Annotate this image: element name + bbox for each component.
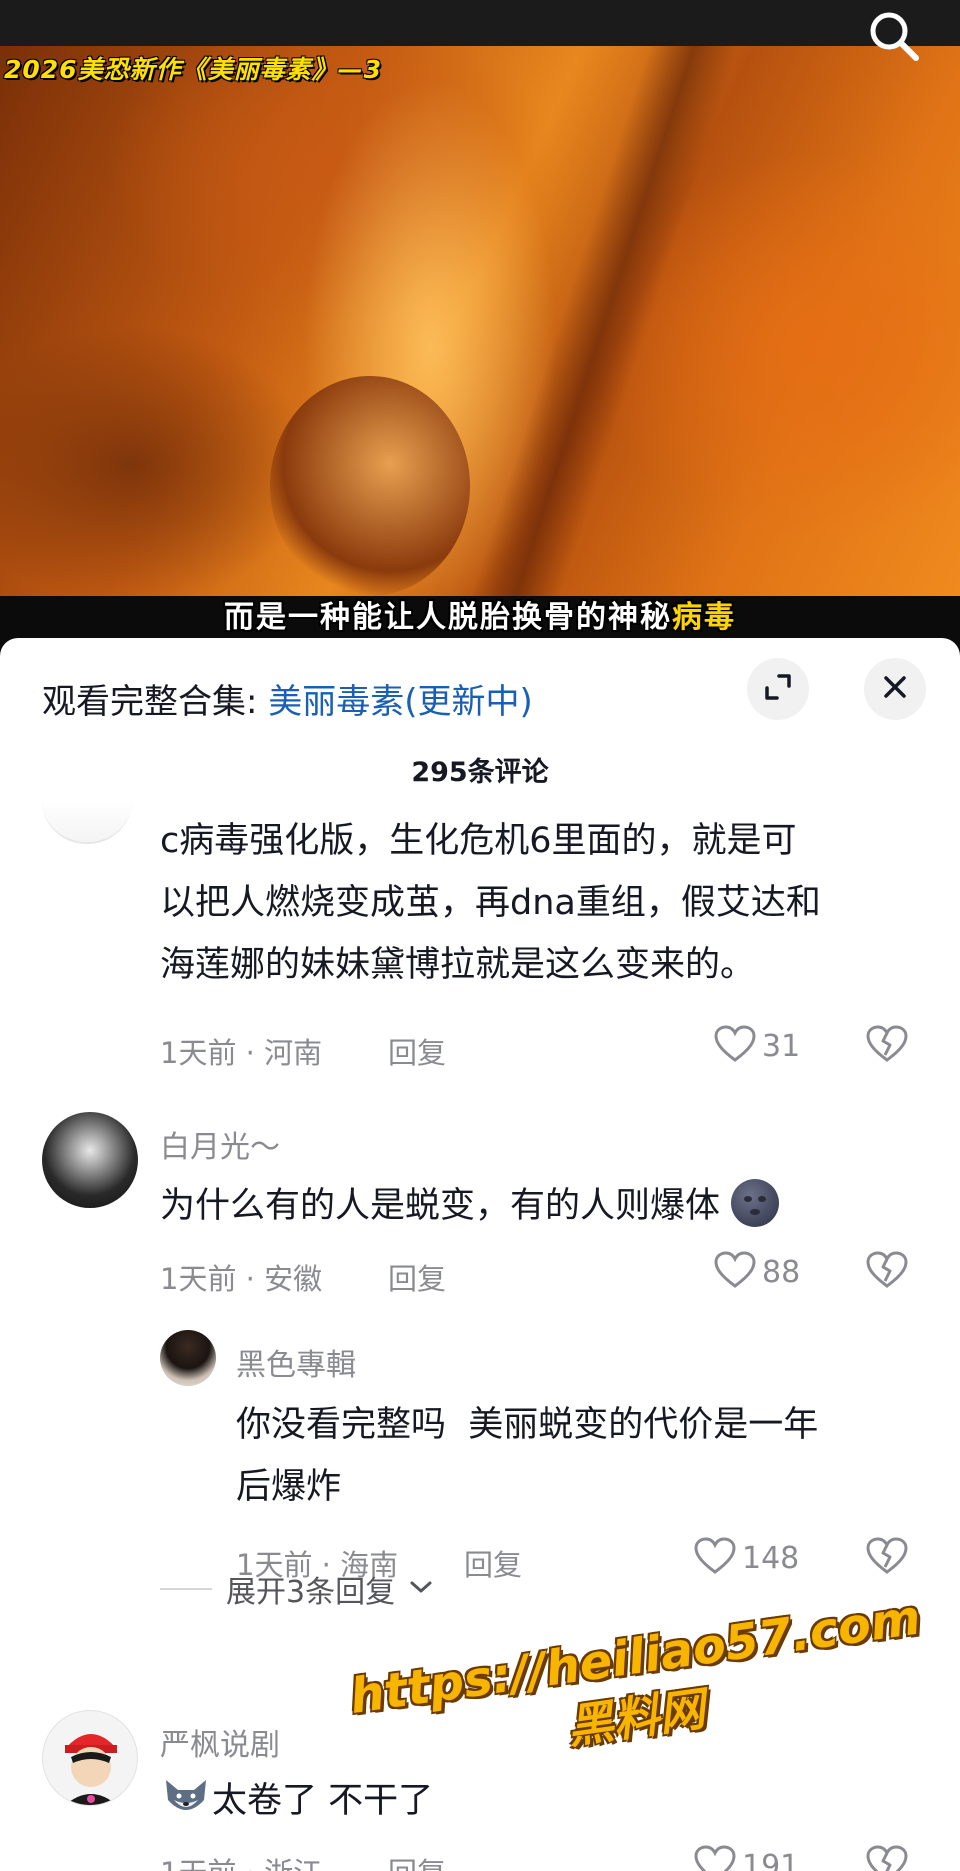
reply-button[interactable]: 回复 <box>388 1030 446 1072</box>
dislike-button[interactable] <box>866 1537 908 1579</box>
like-count: 148 <box>742 1540 800 1576</box>
close-icon <box>880 672 910 706</box>
comment-line: c病毒强化版，生化危机6里面的，就是可 <box>160 821 797 861</box>
collection-link-row[interactable]: 观看完整合集: 美丽毒素(更新中) <box>42 674 533 723</box>
comment-panel-header: 观看完整合集: 美丽毒素(更新中) 295条评论 <box>0 638 960 788</box>
comment-line: 为什么有的人是蜕变，有的人则爆体 <box>160 1186 721 1226</box>
dislike-button[interactable] <box>866 1251 908 1293</box>
comment-text: 你没看完整吗 美丽蜕变的代价是一年 后爆炸 <box>236 1394 926 1518</box>
reply-button[interactable]: 回复 <box>388 1256 446 1298</box>
comment-line: 太卷了 不干了 <box>212 1781 434 1821</box>
comment-line: 海莲娜的妹妹黛博拉就是这么变来的。 <box>160 945 756 985</box>
comment-line: 以把人燃烧变成茧，再dna重组，假艾达和 <box>160 883 821 923</box>
comment-username[interactable]: 白月光～ <box>160 1122 280 1166</box>
expand-replies-label: 展开3条回复 <box>226 1575 396 1610</box>
close-button[interactable] <box>864 658 926 720</box>
moon-emoji-icon <box>731 1179 780 1227</box>
comment-username[interactable]: 黑色專輯 <box>236 1340 356 1384</box>
comment-text: 为什么有的人是蜕变，有的人则爆体 <box>160 1175 920 1237</box>
video-title: 2026美恐新作《美丽毒素》—3 <box>4 55 382 84</box>
reply-button[interactable]: 回复 <box>388 1850 446 1871</box>
like-button[interactable]: 31 <box>714 1025 800 1067</box>
video-top-bar <box>0 0 960 46</box>
comment-meta: 1天前 · 安徽 <box>160 1262 323 1296</box>
expand-icon <box>761 670 795 708</box>
comment-meta: 1天前 · 浙江 <box>160 1850 322 1871</box>
avatar[interactable] <box>42 1710 138 1806</box>
expand-replies-button[interactable]: 展开3条回复 <box>160 1567 433 1611</box>
like-button[interactable]: 148 <box>694 1537 799 1579</box>
heart-icon <box>694 1537 736 1579</box>
like-count: 191 <box>742 1848 800 1871</box>
comment-line: 后爆炸 <box>236 1467 342 1507</box>
heart-icon <box>714 1025 756 1067</box>
avatar[interactable] <box>42 1112 138 1208</box>
wolf-emoji-icon <box>160 1774 212 1822</box>
broken-heart-icon <box>866 1537 908 1579</box>
video-shadow <box>470 46 740 596</box>
collection-link[interactable]: 美丽毒素(更新中) <box>268 682 533 722</box>
dislike-button[interactable] <box>866 1845 908 1871</box>
video-player[interactable] <box>0 0 960 660</box>
video-highlight <box>270 376 470 596</box>
comment-meta: 1天前 · 河南 <box>160 1036 323 1070</box>
comment-text: 太卷了 不干了 <box>160 1770 920 1832</box>
divider-line <box>160 1588 212 1590</box>
video-frame <box>0 46 960 596</box>
reply-button[interactable]: 回复 <box>464 1542 522 1584</box>
collection-prefix: 观看完整合集: <box>42 682 269 722</box>
comment-text: c病毒强化版，生化危机6里面的，就是可 以把人燃烧变成茧，再dna重组，假艾达和… <box>160 810 920 996</box>
like-button[interactable]: 191 <box>694 1845 799 1871</box>
heart-icon <box>714 1251 756 1293</box>
broken-heart-icon <box>866 1251 908 1293</box>
comment-line: 你没看完整吗 美丽蜕变的代价是一年 <box>236 1405 819 1445</box>
dislike-button[interactable] <box>866 1025 908 1067</box>
like-button[interactable]: 88 <box>714 1251 800 1293</box>
subtitle-text: 而是一种能让人脱胎换骨的神秘 <box>224 600 672 635</box>
video-subtitle: 而是一种能让人脱胎换骨的神秘病毒 <box>0 592 960 636</box>
like-count: 88 <box>762 1254 801 1290</box>
avatar[interactable] <box>160 1330 216 1386</box>
heart-icon <box>694 1845 736 1871</box>
chevron-down-icon <box>409 1579 433 1599</box>
comment-username[interactable]: 严枫说剧 <box>160 1720 280 1764</box>
comment-count: 295条评论 <box>411 757 549 788</box>
expand-button[interactable] <box>747 658 809 720</box>
search-icon[interactable] <box>864 6 924 66</box>
broken-heart-icon <box>866 1025 908 1067</box>
subtitle-highlight: 病毒 <box>672 600 736 635</box>
like-count: 31 <box>762 1028 801 1064</box>
